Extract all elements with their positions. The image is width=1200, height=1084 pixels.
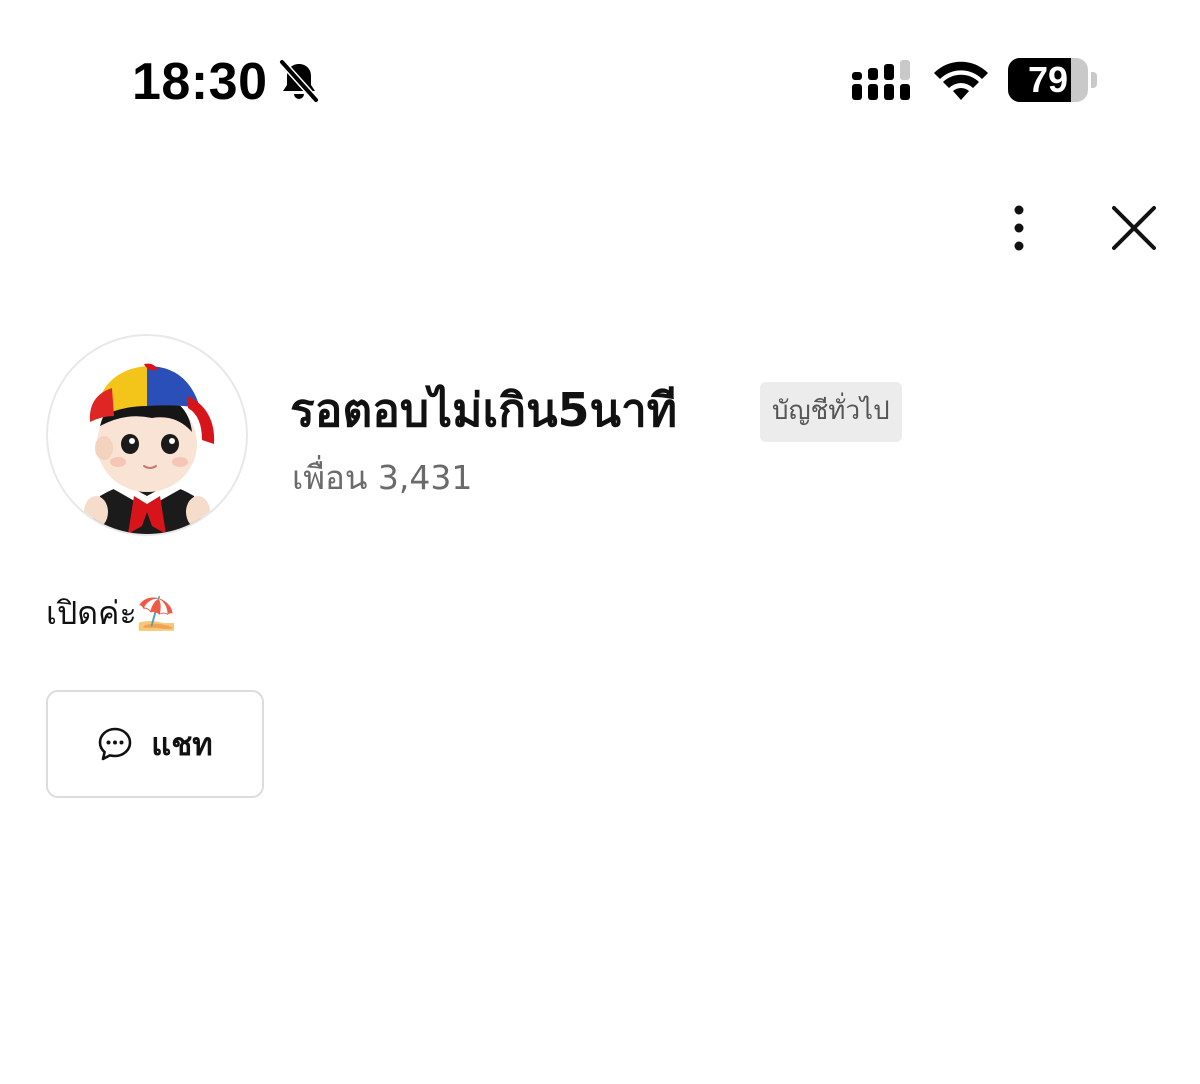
- account-type-badge: บัญชีทั่วไป: [760, 382, 902, 442]
- chat-label: แชท: [151, 727, 213, 763]
- battery-icon: 79: [1008, 58, 1098, 104]
- more-vertical-icon: [1014, 205, 1024, 251]
- signal-icon: [852, 60, 910, 100]
- close-button[interactable]: [1106, 200, 1162, 256]
- more-options-button[interactable]: [1000, 200, 1038, 256]
- profile-name: รอตอบไม่เกิน5นาที: [290, 383, 678, 437]
- chat-bubble-icon: [98, 727, 132, 761]
- avatar[interactable]: [46, 334, 248, 536]
- chat-button[interactable]: แชท: [46, 690, 264, 798]
- status-message: เปิดค่ะ⛱️: [46, 594, 177, 632]
- wifi-icon: [934, 61, 988, 100]
- status-time: 18:30: [132, 53, 268, 111]
- friends-number: 3,431: [377, 458, 473, 497]
- bell-slash-icon: [278, 58, 320, 104]
- friends-label: เพื่อน: [292, 458, 368, 497]
- friends-count: เพื่อน 3,431: [292, 456, 472, 500]
- status-bar: 18:30 79: [0, 0, 1200, 160]
- battery-label: 79: [1027, 59, 1069, 100]
- battery-body: 79: [1008, 58, 1088, 102]
- avatar-illustration: [84, 363, 215, 534]
- battery-cap: [1091, 72, 1097, 88]
- close-icon: [1112, 206, 1156, 250]
